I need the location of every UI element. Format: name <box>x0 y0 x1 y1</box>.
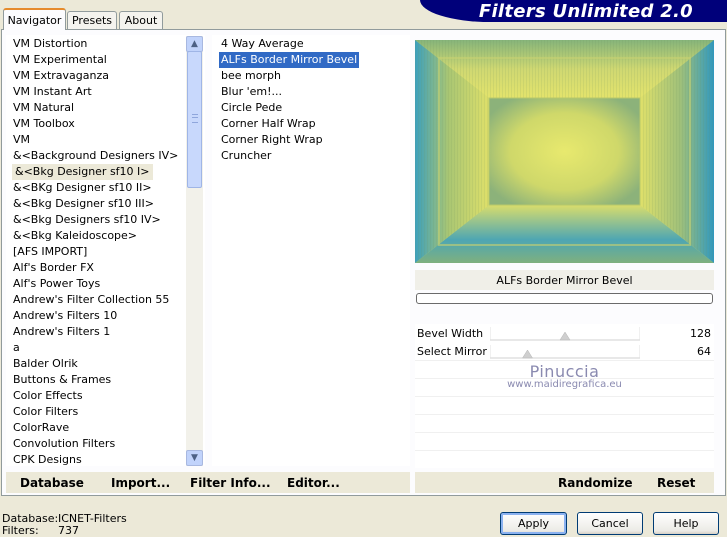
database-link[interactable]: Database <box>20 476 84 490</box>
slider-value: 128 <box>690 327 711 340</box>
slider-thumb[interactable] <box>559 331 571 341</box>
category-item[interactable]: &<BKg Designer sf10 II> <box>13 180 152 196</box>
slider-value: 64 <box>697 345 711 358</box>
status-filters: Filters: 737 <box>2 524 79 537</box>
param-row-empty <box>415 414 714 432</box>
editor-link[interactable]: Editor... <box>287 476 340 490</box>
scroll-thumb[interactable] <box>187 51 202 188</box>
tab-navigator-label: Navigator <box>7 13 62 27</box>
category-item[interactable]: &<Bkg Designer sf10 III> <box>13 196 154 212</box>
param-row-empty <box>415 432 714 450</box>
category-item[interactable]: Andrew's Filters 1 <box>13 324 110 340</box>
category-scrollbar[interactable]: ▲ ▼ <box>186 36 203 466</box>
category-item[interactable]: Andrew's Filter Collection 55 <box>13 292 169 308</box>
preview-bevel-graphic <box>415 40 714 263</box>
progress-bar <box>416 293 713 304</box>
chevron-up-icon: ▲ <box>191 39 198 49</box>
cancel-button[interactable]: Cancel <box>577 512 643 535</box>
category-item[interactable]: Color Effects <box>13 388 83 404</box>
filter-item[interactable]: Circle Pede <box>219 100 284 116</box>
param-row-empty <box>415 450 714 468</box>
category-item[interactable]: &<Bkg Designer sf10 I> <box>12 164 153 180</box>
category-item[interactable]: &<Background Designers IV> <box>13 148 178 164</box>
tab-presets-label: Presets <box>71 14 113 27</box>
chevron-down-icon: ▼ <box>191 453 198 463</box>
category-item[interactable]: VM Natural <box>13 100 74 116</box>
app-title: Filters Unlimited 2.0 <box>478 1 693 22</box>
filter-item[interactable]: Corner Half Wrap <box>219 116 318 132</box>
category-item[interactable]: Buttons & Frames <box>13 372 111 388</box>
slider-select-mirror[interactable]: Select Mirror 64 <box>415 342 714 361</box>
scroll-down-button[interactable]: ▼ <box>186 450 203 466</box>
slider-bevel-width[interactable]: Bevel Width 128 <box>415 324 714 343</box>
category-item[interactable]: Balder Olrik <box>13 356 78 372</box>
category-item[interactable]: [AFS IMPORT] <box>13 244 87 260</box>
filter-item[interactable]: 4 Way Average <box>219 36 306 52</box>
category-item[interactable]: Andrew's Filters 10 <box>13 308 117 324</box>
watermark-url: www.maidiregrafica.eu <box>507 379 622 390</box>
category-item[interactable]: VM Toolbox <box>13 116 75 132</box>
tab-navigator[interactable]: Navigator <box>3 8 66 30</box>
help-button[interactable]: Help <box>653 512 719 535</box>
filter-item[interactable]: ALFs Border Mirror Bevel <box>219 52 360 68</box>
reset-link[interactable]: Reset <box>657 476 695 490</box>
filter-item[interactable]: bee morph <box>219 68 283 84</box>
import-link[interactable]: Import... <box>111 476 170 490</box>
filter-item[interactable]: Blur 'em!... <box>219 84 284 100</box>
tab-presets[interactable]: Presets <box>67 11 117 29</box>
slider-track[interactable] <box>490 343 640 359</box>
cancel-button-label: Cancel <box>591 517 629 530</box>
param-row-empty <box>415 396 714 414</box>
grip-icon <box>192 114 198 123</box>
watermark: Pinuccia www.maidiregrafica.eu <box>415 362 714 390</box>
category-item[interactable]: Convolution Filters <box>13 436 115 452</box>
slider-label: Select Mirror <box>417 345 487 358</box>
category-item[interactable]: ColorRave <box>13 420 69 436</box>
scroll-up-button[interactable]: ▲ <box>186 36 203 52</box>
filter-list[interactable]: 4 Way Average ALFs Border Mirror Bevel bee… <box>212 35 410 466</box>
left-action-bar: Database Import... Filter Info... Editor… <box>6 472 410 493</box>
randomize-link[interactable]: Randomize <box>558 476 632 490</box>
category-item[interactable]: VM <box>13 132 30 148</box>
category-item[interactable]: Alf's Border FX <box>13 260 94 276</box>
category-item[interactable]: Color Filters <box>13 404 78 420</box>
filter-item[interactable]: Cruncher <box>219 148 273 164</box>
tab-about[interactable]: About <box>119 11 163 29</box>
category-item[interactable]: a <box>13 340 20 356</box>
help-button-label: Help <box>673 517 699 530</box>
right-action-bar: Randomize Reset <box>415 472 714 493</box>
slider-track[interactable] <box>490 325 640 341</box>
slider-thumb[interactable] <box>522 349 533 359</box>
apply-button[interactable]: Apply <box>500 512 567 535</box>
category-item[interactable]: Alf's Power Toys <box>13 276 100 292</box>
category-item[interactable]: &<Bkg Kaleidoscope> <box>13 228 137 244</box>
filter-item[interactable]: Corner Right Wrap <box>219 132 325 148</box>
category-item[interactable]: CPK Designs <box>13 452 82 466</box>
category-list[interactable]: VM Distortion VM Experimental VM Extravaga… <box>6 35 205 466</box>
category-item[interactable]: VM Distortion <box>13 36 87 52</box>
category-item[interactable]: VM Extravaganza <box>13 68 109 84</box>
selected-filter-name: ALFs Border Mirror Bevel <box>415 270 714 290</box>
status-filters-value: 737 <box>58 524 79 537</box>
slider-label: Bevel Width <box>417 327 484 340</box>
tab-about-label: About <box>124 14 158 27</box>
category-item[interactable]: VM Instant Art <box>13 84 92 100</box>
category-item[interactable]: &<Bkg Designers sf10 IV> <box>13 212 161 228</box>
category-item[interactable]: VM Experimental <box>13 52 107 68</box>
preview-image <box>415 40 714 263</box>
apply-button-label: Apply <box>517 517 550 530</box>
title-banner: Filters Unlimited 2.0 <box>420 0 727 22</box>
status-filters-label: Filters: <box>2 524 39 537</box>
filter-info-link[interactable]: Filter Info... <box>190 476 271 490</box>
